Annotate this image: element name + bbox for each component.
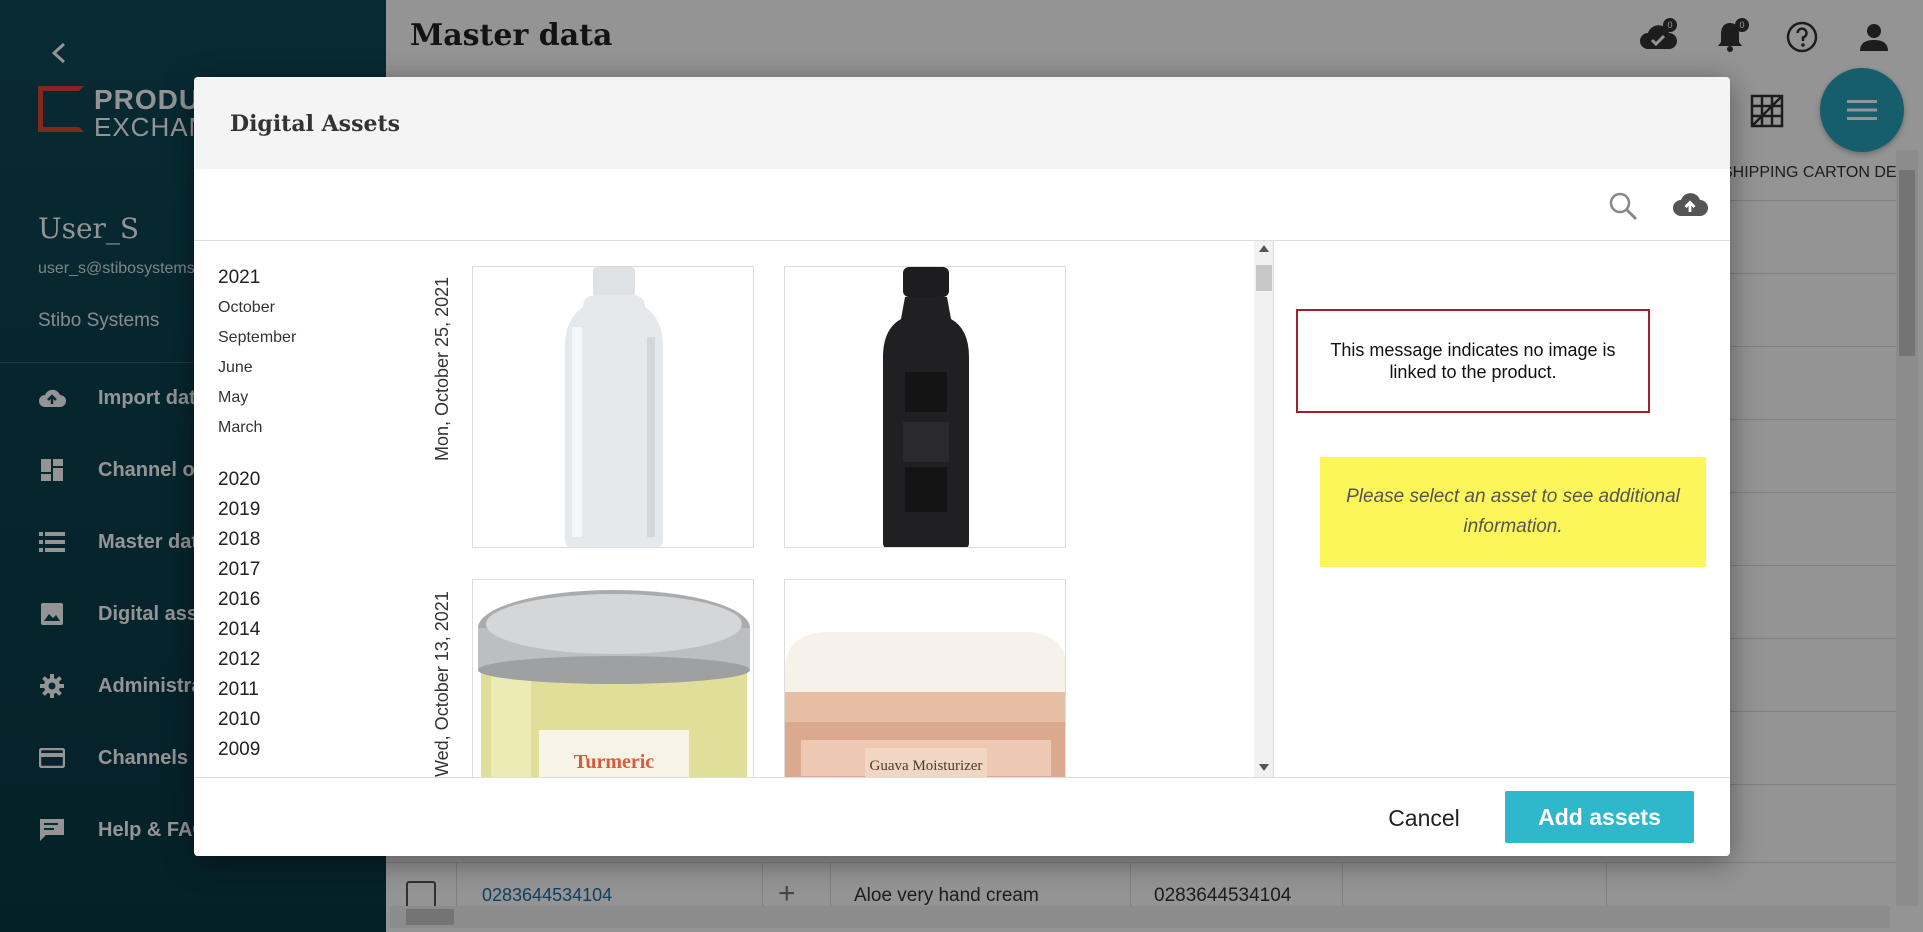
cancel-button[interactable]: Cancel (1354, 792, 1494, 844)
asset-group-date: Wed, October 13, 2021 (432, 591, 452, 777)
digital-assets-dialog: Digital Assets 2021 October September Ju… (194, 77, 1730, 856)
add-assets-button[interactable]: Add assets (1505, 791, 1694, 843)
month-filter-march[interactable]: March (218, 413, 388, 443)
no-image-callout: This message indicates no image is linke… (1296, 309, 1650, 413)
year-filter-2014[interactable]: 2014 (218, 615, 388, 645)
year-filter-2018[interactable]: 2018 (218, 525, 388, 555)
year-filter-2020[interactable]: 2020 (218, 465, 388, 495)
year-filter-2016[interactable]: 2016 (218, 585, 388, 615)
dialog-toolbar (194, 169, 1730, 241)
year-filter-2012[interactable]: 2012 (218, 645, 388, 675)
year-filter-2009[interactable]: 2009 (218, 735, 388, 765)
cloud-upload-icon[interactable] (1672, 191, 1708, 222)
turmeric-jar-image: Turmeric (473, 580, 753, 777)
search-icon[interactable] (1608, 191, 1638, 226)
year-filter-2011[interactable]: 2011 (218, 675, 388, 705)
white-bottle-image (473, 267, 753, 547)
asset-info-placeholder: Please select an asset to see additional… (1320, 457, 1706, 567)
scroll-down-arrow-icon[interactable] (1259, 764, 1269, 771)
guava-jar-image: Guava Moisturizer (785, 580, 1065, 777)
month-filter-september[interactable]: September (218, 323, 388, 353)
year-filter-2017[interactable]: 2017 (218, 555, 388, 585)
year-filter-2019[interactable]: 2019 (218, 495, 388, 525)
gallery-scrollbar[interactable] (1254, 241, 1274, 777)
asset-gallery[interactable]: Mon, October 25, 2021 Wed, October 13, 2… (424, 241, 1252, 777)
dialog-footer: Cancel Add assets (194, 777, 1730, 856)
asset-thumbnail-guava-jar[interactable]: Guava Moisturizer (784, 579, 1066, 777)
asset-thumbnail-white-bottle[interactable] (472, 266, 754, 548)
month-filter-june[interactable]: June (218, 353, 388, 383)
asset-thumbnail-black-bottle[interactable] (784, 266, 1066, 548)
svg-text:Turmeric: Turmeric (574, 751, 654, 773)
svg-text:Guava Moisturizer: Guava Moisturizer (870, 758, 983, 774)
dialog-header: Digital Assets (194, 77, 1730, 169)
scroll-thumb[interactable] (1256, 265, 1272, 291)
scroll-up-arrow-icon[interactable] (1259, 245, 1269, 252)
month-filter-october[interactable]: October (218, 293, 388, 323)
month-filter-may[interactable]: May (218, 383, 388, 413)
year-filter-2021[interactable]: 2021 (218, 263, 388, 293)
year-filter-2010[interactable]: 2010 (218, 705, 388, 735)
black-bottle-image (785, 267, 1065, 547)
date-filter-list: 2021 October September June May March 20… (218, 263, 388, 765)
asset-thumbnail-turmeric-jar[interactable]: Turmeric (472, 579, 754, 777)
asset-group-date: Mon, October 25, 2021 (432, 276, 452, 461)
dialog-title: Digital Assets (230, 111, 400, 137)
